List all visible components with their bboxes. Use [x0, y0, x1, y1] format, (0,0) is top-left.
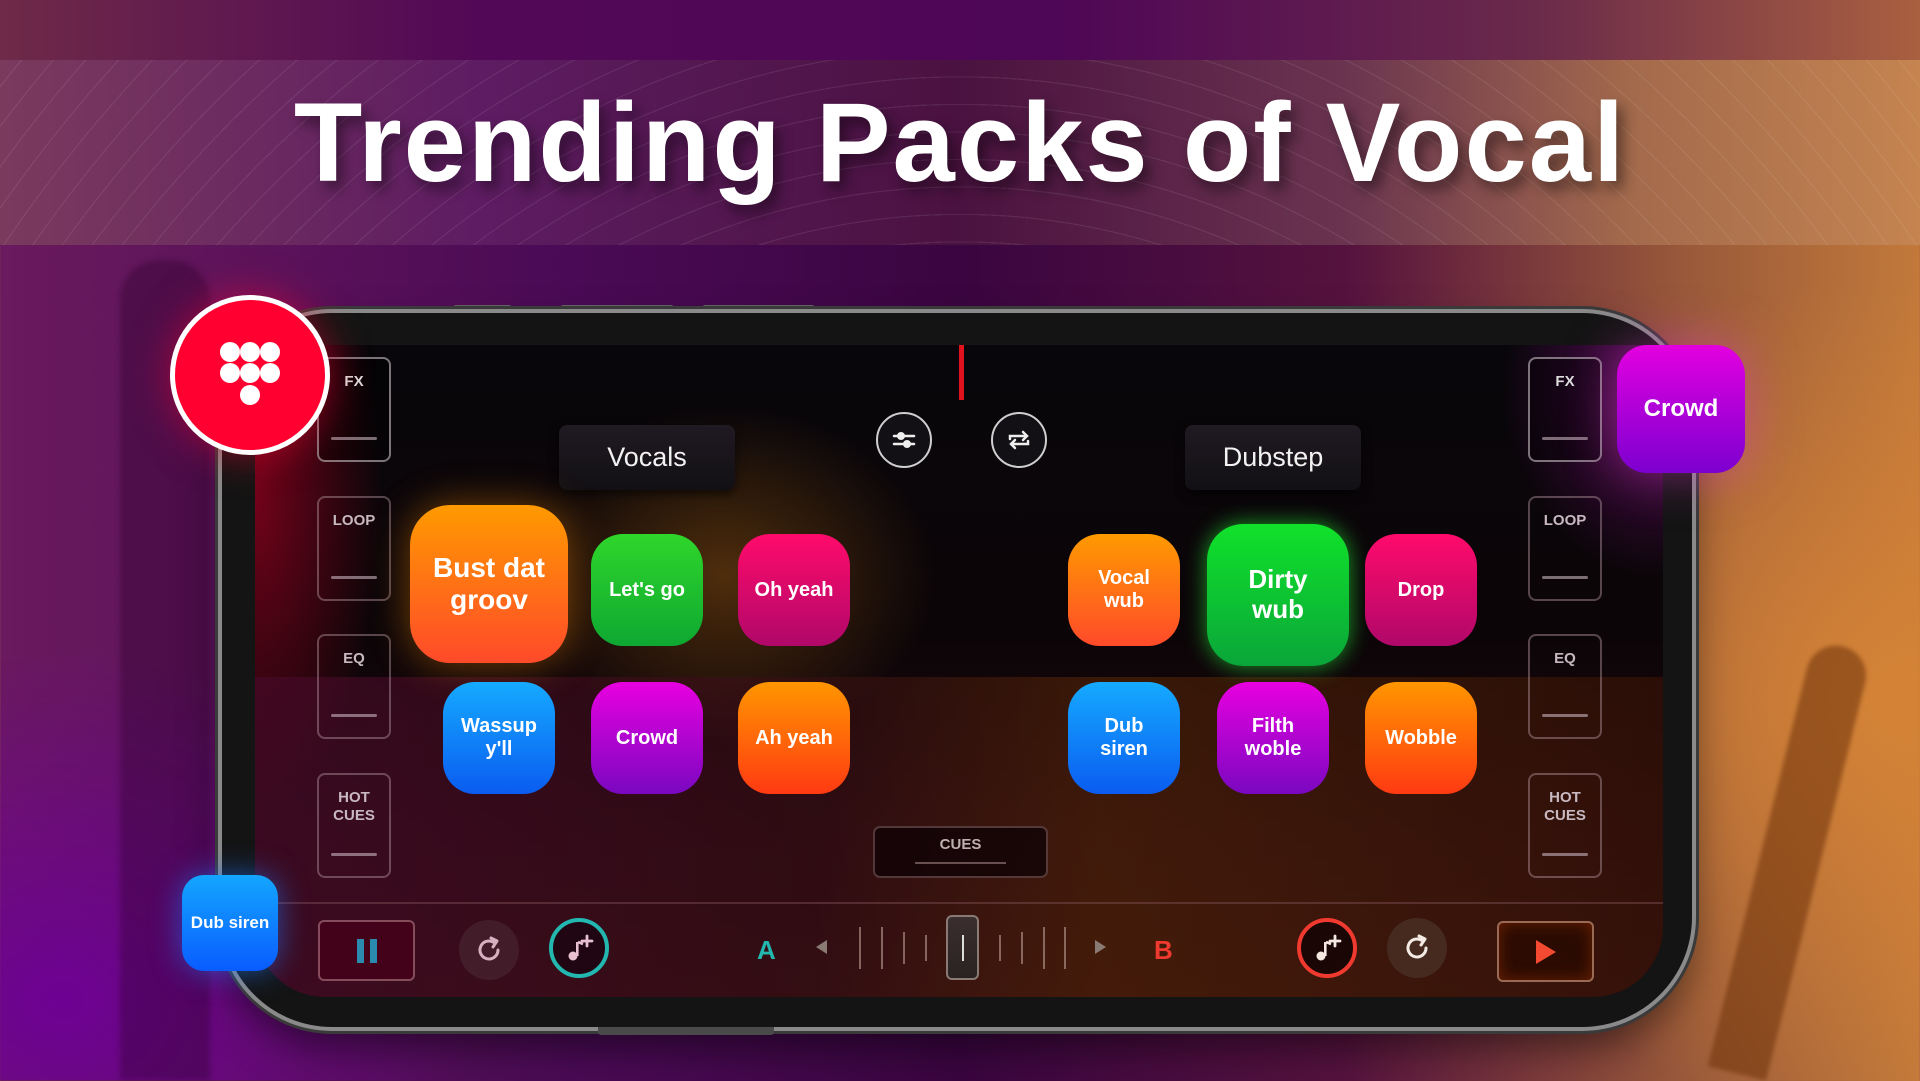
crossfader-tick: [1043, 927, 1045, 969]
pad-ah-yeah[interactable]: Ah yeah: [738, 682, 850, 794]
crossfader-right-arrow[interactable]: [1095, 940, 1106, 954]
right-hot-cues-button[interactable]: HOT CUES: [1528, 773, 1602, 878]
pad-wobble[interactable]: Wobble: [1365, 682, 1477, 794]
headline-title: Trending Packs of Vocal: [293, 80, 1627, 205]
pad-crowd[interactable]: Crowd: [591, 682, 703, 794]
right-fx-button[interactable]: FX: [1528, 357, 1602, 462]
background-top-strip: [0, 0, 1920, 60]
mixer-settings-button[interactable]: [876, 412, 932, 468]
crossfader-tick: [925, 935, 927, 961]
right-reload-button[interactable]: [1387, 918, 1447, 978]
crossfader-tick: [903, 932, 905, 964]
right-eq-button[interactable]: EQ: [1528, 634, 1602, 739]
floating-crowd-pad: Crowd: [1617, 345, 1745, 473]
crossfader-tick: [999, 935, 1001, 961]
pad-drop[interactable]: Drop: [1365, 534, 1477, 646]
pad-filth-woble[interactable]: Filth woble: [1217, 682, 1329, 794]
music-add-icon: [1316, 934, 1342, 961]
crossfader-tick: [1064, 927, 1066, 969]
deck-b-label: B: [1154, 935, 1173, 965]
pad-wassup-yll[interactable]: Wassup y'll: [443, 682, 555, 794]
music-add-icon: [568, 934, 594, 961]
pad-bust-dat-groov[interactable]: Bust dat groov: [410, 505, 568, 663]
sync-repeat-button[interactable]: [991, 412, 1047, 468]
pad-dub-siren[interactable]: Dub siren: [1068, 682, 1180, 794]
dj-app-screen: FX LOOP EQ HOT CUES FX LOOP EQ HOT CUES …: [255, 345, 1663, 997]
crossfader-tick: [859, 927, 861, 969]
left-hot-cues-button[interactable]: HOT CUES: [317, 773, 391, 878]
cues-button[interactable]: CUES: [873, 826, 1048, 878]
pad-dirty-wub[interactable]: Dirty wub: [1207, 524, 1349, 666]
crossfader-knob[interactable]: [945, 915, 979, 980]
deck-a-label: A: [757, 935, 776, 965]
floating-dub-siren-pad: Dub siren: [182, 875, 278, 971]
left-pack-selector[interactable]: Vocals: [559, 425, 735, 490]
repeat-icon: [1008, 430, 1030, 450]
right-play-button[interactable]: [1497, 921, 1594, 982]
app-logo-badge: [170, 295, 330, 455]
play-icon: [1535, 939, 1556, 964]
left-loop-button[interactable]: LOOP: [317, 496, 391, 601]
pad-lets-go[interactable]: Let's go: [591, 534, 703, 646]
right-add-track-button[interactable]: [1297, 918, 1357, 978]
reload-icon: [478, 936, 500, 961]
playhead-marker: [959, 345, 964, 400]
phone-bottom-button: [598, 1027, 774, 1035]
crossfader-tick: [881, 927, 883, 969]
left-add-track-button[interactable]: [549, 918, 609, 978]
pad-vocal-wub[interactable]: Vocal wub: [1068, 534, 1180, 646]
crossfader-left-arrow[interactable]: [816, 940, 827, 954]
pad-oh-yeah[interactable]: Oh yeah: [738, 534, 850, 646]
right-pack-selector[interactable]: Dubstep: [1185, 425, 1361, 490]
sliders-icon: [892, 432, 916, 448]
left-eq-button[interactable]: EQ: [317, 634, 391, 739]
crossfader-tick: [1021, 932, 1023, 964]
pause-icon: [356, 938, 377, 963]
crowd-silhouette-right: [1707, 639, 1873, 1081]
transport-divider: [255, 902, 1663, 904]
reload-icon: [1406, 934, 1428, 959]
left-pause-button[interactable]: [318, 920, 415, 981]
left-reload-button[interactable]: [459, 920, 519, 980]
right-loop-button[interactable]: LOOP: [1528, 496, 1602, 601]
